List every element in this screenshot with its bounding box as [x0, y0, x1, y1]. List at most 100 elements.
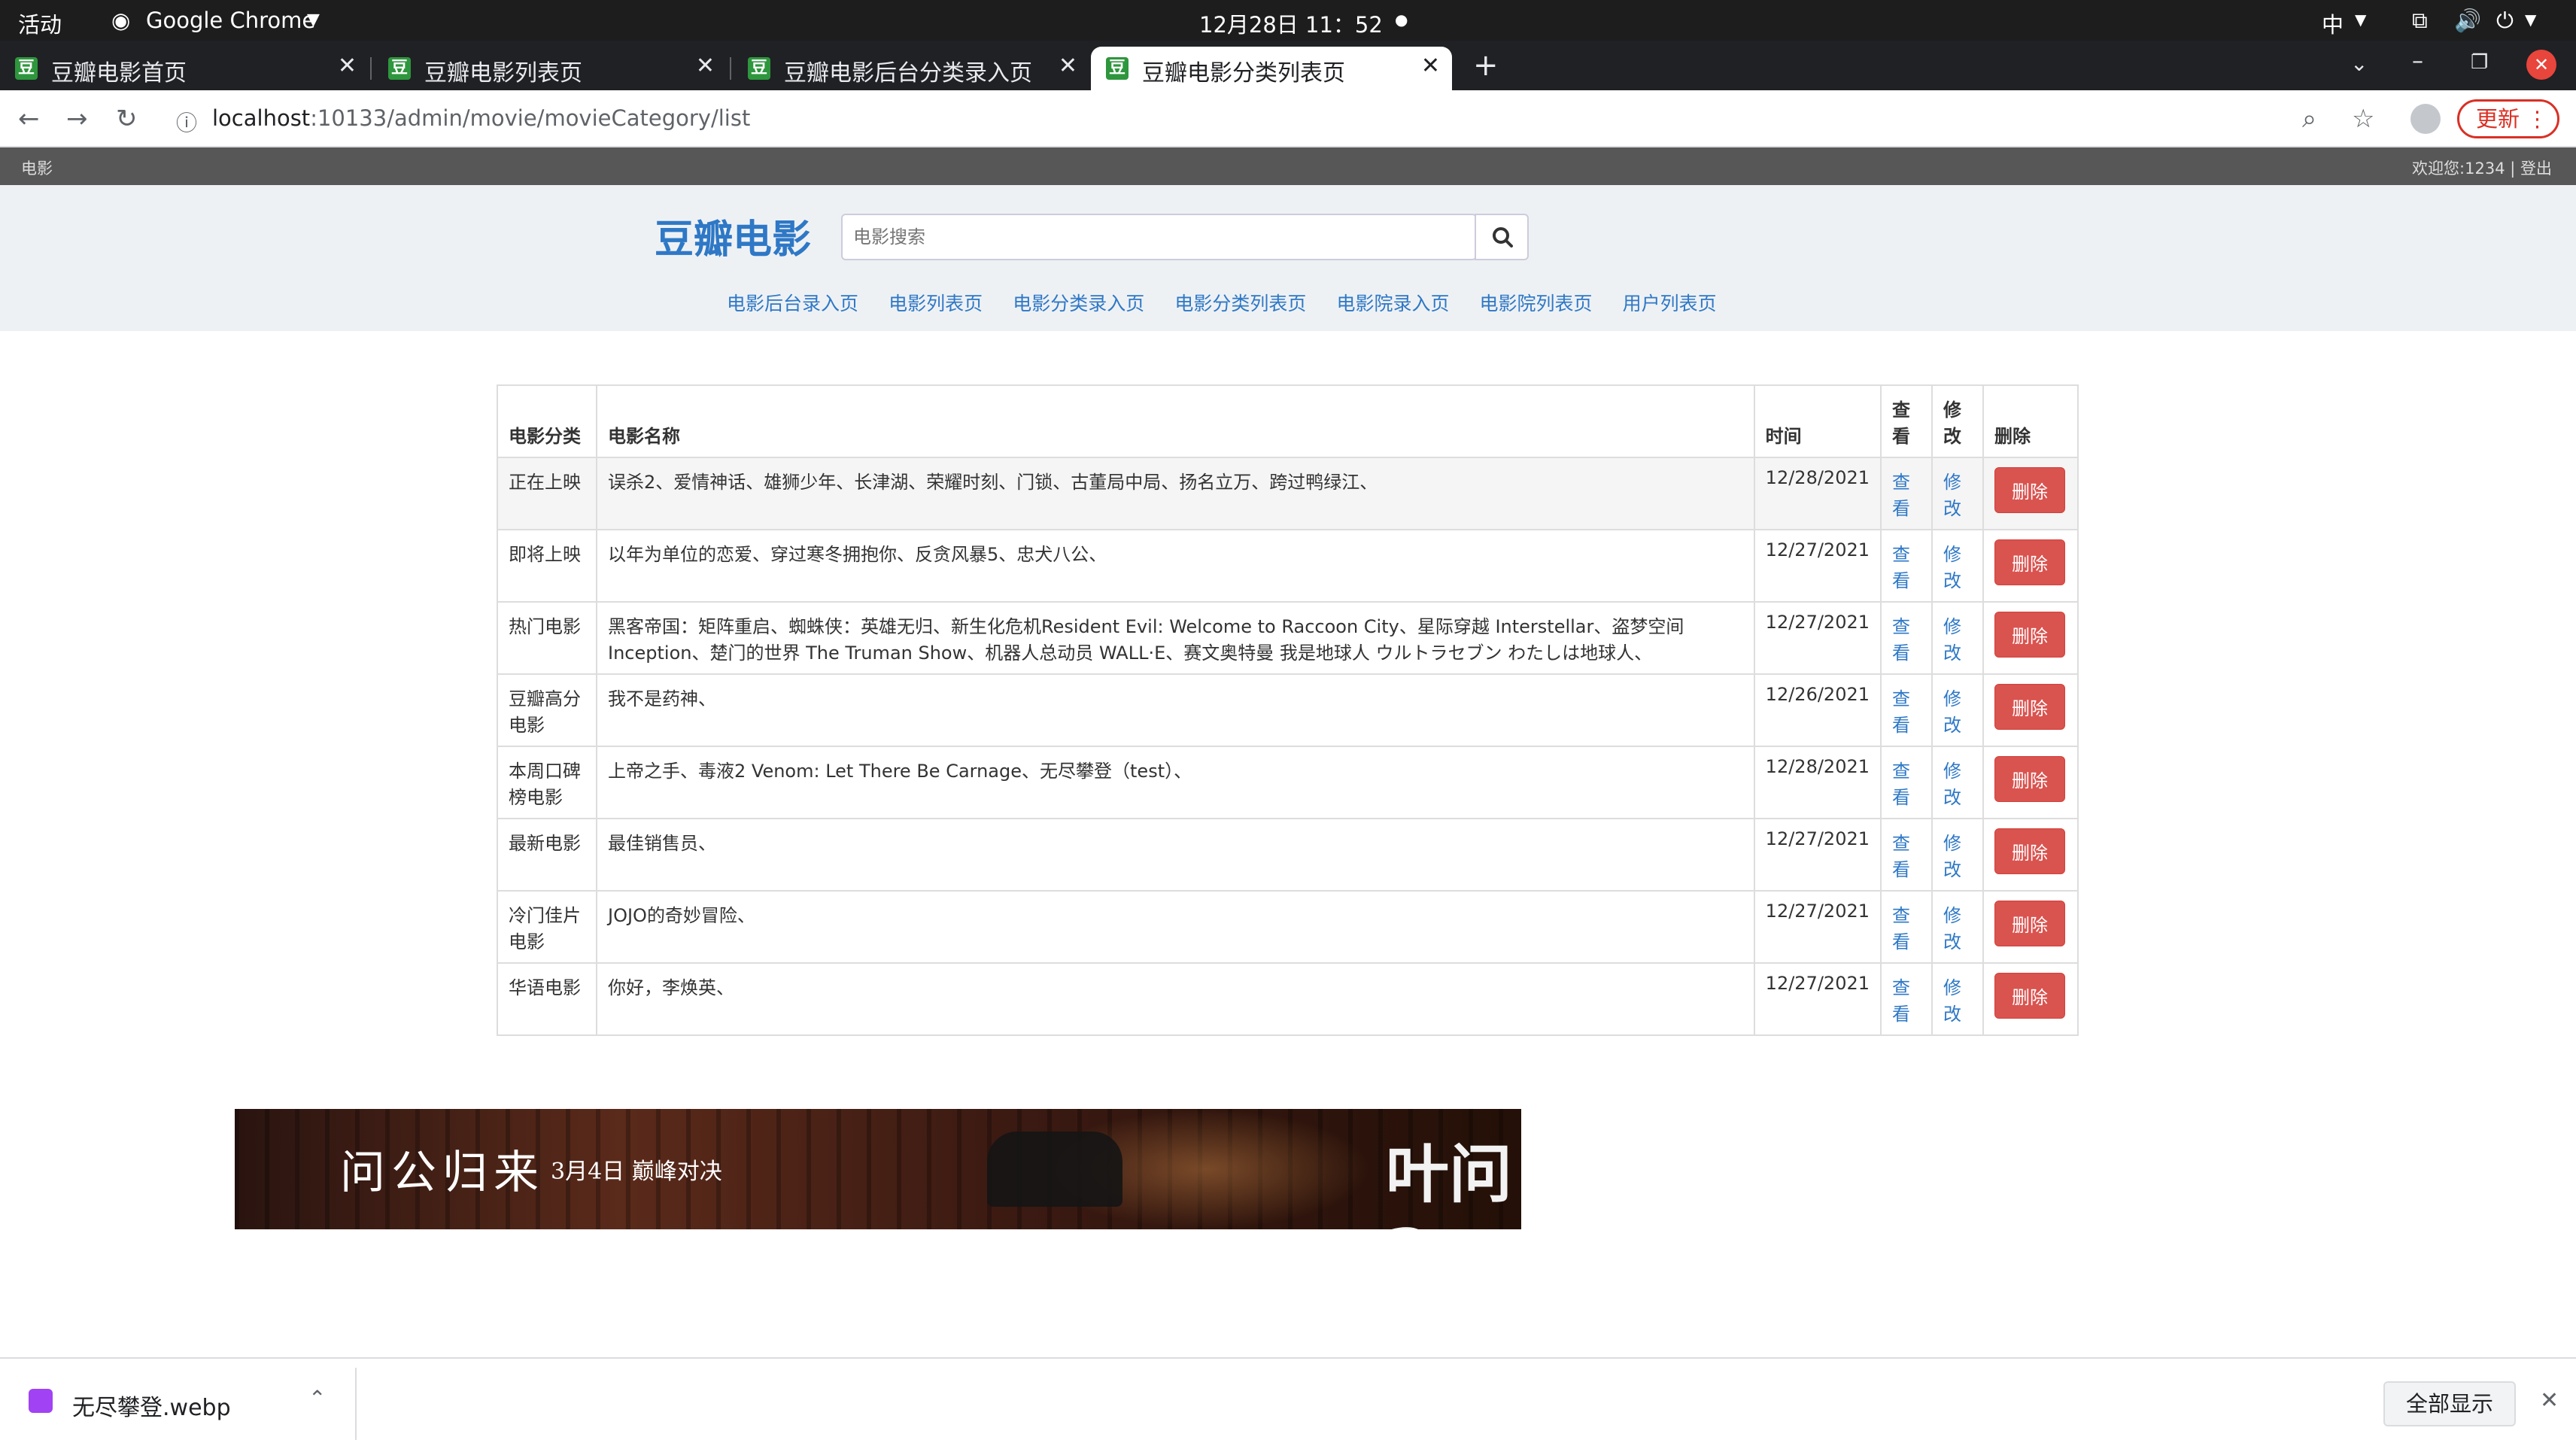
- row-category: 最新电影: [497, 818, 597, 892]
- tab-close-icon[interactable]: ✕: [338, 53, 357, 79]
- row-movies: JOJO的奇妙冒险、: [596, 890, 1755, 964]
- delete-button[interactable]: 删除: [1994, 539, 2065, 585]
- table-row: 本周口碑榜电影 上帝之手、毒液2 Venom: Let There Be Car…: [497, 746, 2079, 819]
- tab-close-icon[interactable]: ✕: [1059, 53, 1077, 79]
- user-welcome-logout[interactable]: 欢迎您:1234 | 登出: [2412, 156, 2552, 179]
- view-link[interactable]: 查看: [1892, 472, 1910, 519]
- delete-button[interactable]: 删除: [1994, 973, 2065, 1019]
- download-bar: 无尽攀登.webp ⌃ 全部显示 ✕: [0, 1357, 2576, 1449]
- edit-link[interactable]: 修改: [1943, 905, 1961, 952]
- restore-icon[interactable]: ❐: [2471, 51, 2488, 74]
- edit-link[interactable]: 修改: [1943, 688, 1961, 736]
- view-link[interactable]: 查看: [1892, 833, 1910, 880]
- download-file-name[interactable]: 无尽攀登.webp: [72, 1389, 231, 1422]
- header-view: 查看: [1880, 384, 1933, 458]
- header-edit: 修改: [1931, 384, 1984, 458]
- category-table: 电影分类 电影名称 时间 查看 修改 删除 正在上映 误杀2、爱情神话、雄狮少年…: [497, 384, 2079, 1036]
- row-movies: 上帝之手、毒液2 Venom: Let There Be Carnage、无尽攀…: [596, 746, 1755, 819]
- edit-link[interactable]: 修改: [1943, 472, 1961, 519]
- delete-button[interactable]: 删除: [1994, 828, 2065, 874]
- edit-link[interactable]: 修改: [1943, 616, 1961, 664]
- table-row: 华语电影 你好，李焕英、 12/27/2021 查看 修改 删除: [497, 962, 2079, 1036]
- edit-link[interactable]: 修改: [1943, 761, 1961, 808]
- nav-cinema-input[interactable]: 电影院录入页: [1336, 293, 1449, 314]
- search-input[interactable]: [843, 215, 1475, 259]
- clock[interactable]: 12月28日 11：52: [1199, 8, 1383, 39]
- search-icon: [1493, 227, 1513, 248]
- table-row: 最新电影 最佳销售员、 12/27/2021 查看 修改 删除: [497, 818, 2079, 892]
- site-topbar: 电影 欢迎您:1234 | 登出: [0, 147, 2576, 185]
- show-all-button[interactable]: 全部显示: [2383, 1381, 2516, 1426]
- nav-movie-input[interactable]: 电影后台录入页: [727, 293, 858, 314]
- profile-avatar-icon[interactable]: [2410, 104, 2441, 134]
- tab-search-icon[interactable]: ⌄: [2350, 51, 2368, 76]
- zoom-icon[interactable]: ⌕: [2302, 104, 2316, 134]
- view-link[interactable]: 查看: [1892, 544, 1910, 591]
- site-logo[interactable]: 豆瓣电影: [655, 208, 811, 264]
- tab-category-input[interactable]: 豆 豆瓣电影后台分类录入页 ✕: [733, 47, 1089, 90]
- back-icon[interactable]: ←: [18, 104, 40, 134]
- new-tab-icon[interactable]: +: [1473, 48, 1499, 83]
- network-icon[interactable]: ⧉: [2412, 8, 2428, 34]
- tab-douban-home[interactable]: 豆 豆瓣电影首页 ✕: [0, 47, 369, 90]
- row-time: 12/27/2021: [1753, 601, 1882, 675]
- promo-banner[interactable]: 问公归来 3月4日 巅峰对决 叶问3: [235, 1109, 1521, 1229]
- view-link[interactable]: 查看: [1892, 977, 1910, 1025]
- power-icon[interactable]: ⏻: [2496, 8, 2514, 34]
- delete-button[interactable]: 删除: [1994, 756, 2065, 802]
- table-row: 豆瓣高分电影 我不是药神、 12/26/2021 查看 修改 删除: [497, 673, 2079, 747]
- nav-cinema-list[interactable]: 电影院列表页: [1480, 293, 1593, 314]
- banner-brand: 叶问3: [1386, 1137, 1513, 1229]
- notification-dot-icon: ●: [1395, 11, 1408, 29]
- tab-title: 豆瓣电影后台分类录入页: [784, 60, 1032, 87]
- nav-movie-list[interactable]: 电影列表页: [889, 293, 983, 314]
- os-top-bar: 活动 ◉ Google Chrome ▼ 12月28日 11：52 ● 中 ▼ …: [0, 0, 2576, 41]
- header-time: 时间: [1753, 384, 1882, 458]
- tab-movie-list[interactable]: 豆 豆瓣电影列表页 ✕: [373, 47, 727, 90]
- row-category: 热门电影: [497, 601, 597, 675]
- row-time: 12/27/2021: [1753, 962, 1882, 1036]
- bookmark-star-icon[interactable]: ☆: [2352, 104, 2374, 134]
- window-close-icon[interactable]: ✕: [2526, 50, 2556, 80]
- site-info-icon[interactable]: ⓘ: [176, 107, 197, 137]
- app-menu[interactable]: Google Chrome: [146, 8, 315, 33]
- delete-button[interactable]: 删除: [1994, 684, 2065, 730]
- url-host: localhost: [212, 105, 311, 131]
- update-button[interactable]: 更新 ⋮: [2457, 99, 2559, 138]
- view-link[interactable]: 查看: [1892, 688, 1910, 736]
- nav-user-list[interactable]: 用户列表页: [1623, 293, 1717, 314]
- delete-button[interactable]: 删除: [1994, 901, 2065, 946]
- close-download-bar-icon[interactable]: ✕: [2540, 1387, 2559, 1414]
- forward-icon[interactable]: →: [66, 104, 88, 134]
- url-path: :10133/admin/movie/movieCategory/list: [310, 105, 751, 131]
- table-header-row: 电影分类 电影名称 时间 查看 修改 删除: [497, 384, 2079, 458]
- view-link[interactable]: 查看: [1892, 616, 1910, 664]
- nav-category-list[interactable]: 电影分类列表页: [1174, 293, 1306, 314]
- edit-link[interactable]: 修改: [1943, 977, 1961, 1025]
- image-file-icon: [29, 1389, 53, 1413]
- banner-date-text: 3月4日 巅峰对决: [551, 1159, 722, 1185]
- row-category: 华语电影: [497, 962, 597, 1036]
- update-label: 更新: [2476, 106, 2520, 132]
- search-button[interactable]: [1475, 214, 1529, 260]
- activities-button[interactable]: 活动: [18, 8, 62, 39]
- tab-close-icon[interactable]: ✕: [696, 53, 715, 79]
- edit-link[interactable]: 修改: [1943, 544, 1961, 591]
- minimize-icon[interactable]: –: [2412, 48, 2423, 74]
- view-link[interactable]: 查看: [1892, 761, 1910, 808]
- tab-category-list[interactable]: 豆 豆瓣电影分类列表页 ✕: [1091, 47, 1452, 90]
- download-options-icon[interactable]: ⌃: [308, 1386, 326, 1411]
- table-row: 热门电影 黑客帝国：矩阵重启、蜘蛛侠：英雄无归、新生化危机Resident Ev…: [497, 601, 2079, 675]
- input-method[interactable]: 中: [2322, 8, 2344, 39]
- volume-icon[interactable]: 🔊: [2454, 8, 2481, 34]
- address-bar[interactable]: localhost:10133/admin/movie/movieCategor…: [212, 105, 750, 131]
- nav-category-input[interactable]: 电影分类录入页: [1013, 293, 1144, 314]
- delete-button[interactable]: 删除: [1994, 467, 2065, 513]
- view-link[interactable]: 查看: [1892, 905, 1910, 952]
- edit-link[interactable]: 修改: [1943, 833, 1961, 880]
- row-movies: 最佳销售员、: [596, 818, 1755, 892]
- delete-button[interactable]: 删除: [1994, 612, 2065, 658]
- tab-close-icon[interactable]: ✕: [1421, 53, 1440, 79]
- reload-icon[interactable]: ↻: [116, 104, 138, 134]
- more-menu-icon: ⋮: [2526, 106, 2548, 132]
